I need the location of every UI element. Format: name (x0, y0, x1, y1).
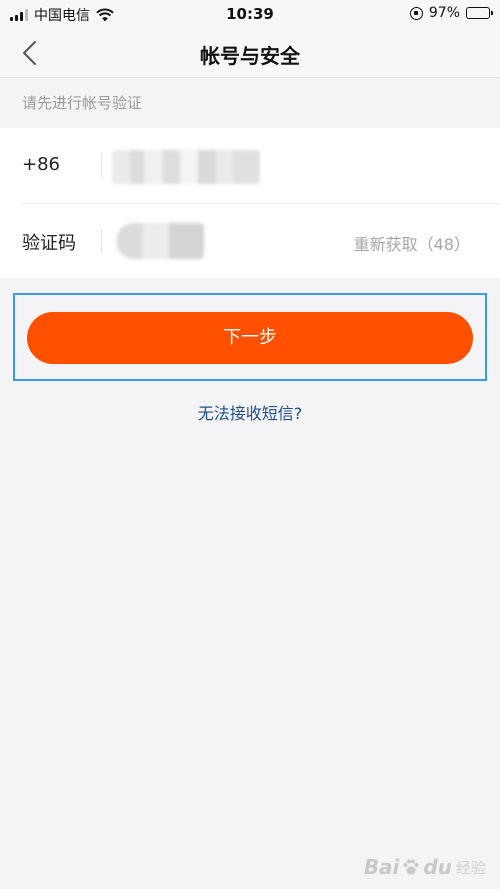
navigation-bar: 帐号与安全 (0, 28, 500, 78)
watermark-brand: Bai (363, 855, 400, 879)
paw-icon (403, 859, 419, 875)
phone-row: +86 (0, 128, 500, 204)
next-button-highlight: 下一步 (13, 293, 487, 381)
code-input[interactable] (116, 223, 204, 259)
code-label: 验证码 (22, 233, 76, 254)
phone-prefix[interactable]: +86 (22, 154, 60, 175)
code-row: 验证码 重新获取（48） (0, 203, 500, 278)
phone-number-field[interactable] (112, 150, 260, 184)
status-right: 97% (409, 5, 493, 21)
field-divider (101, 229, 102, 253)
cant-receive-sms-link[interactable]: 无法接收短信? (0, 400, 500, 424)
watermark-sub: 经验 (455, 858, 486, 877)
verification-hint: 请先进行帐号验证 (22, 94, 143, 112)
status-bar: 中国电信 10:39 97% (0, 0, 500, 28)
baidu-watermark: Bai du 经验 (364, 855, 486, 879)
field-divider (101, 154, 102, 178)
resend-code-button[interactable]: 重新获取（48） (354, 231, 470, 255)
watermark-brand-end: du (423, 855, 452, 879)
battery-percent: 97% (428, 5, 460, 21)
verification-form: +86 验证码 重新获取（48） (0, 128, 500, 278)
battery-icon (466, 7, 493, 19)
page-title: 帐号与安全 (200, 44, 300, 68)
next-button[interactable]: 下一步 (27, 312, 473, 364)
orientation-lock-icon (409, 6, 423, 20)
